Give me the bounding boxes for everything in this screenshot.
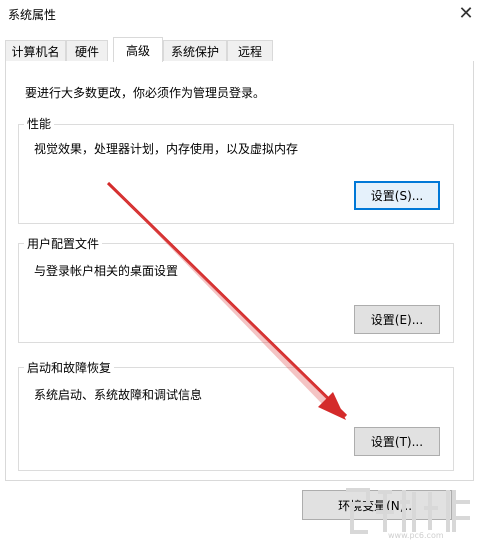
tab-label: 硬件: [74, 44, 99, 59]
button-label: 设置(S)...: [370, 189, 424, 203]
user-profiles-description: 与登录帐户相关的桌面设置: [34, 264, 179, 278]
tab-label: 高级: [125, 43, 150, 58]
button-label: 设置(E)...: [370, 313, 424, 327]
tab-system-protection[interactable]: 系统保护: [163, 40, 227, 61]
tab-label: 计算机名: [11, 44, 60, 59]
performance-group-title: 性能: [24, 115, 55, 132]
watermark-url: www.pc6.com: [388, 531, 444, 540]
startup-recovery-group-title: 启动和故障恢复: [24, 359, 115, 376]
close-button[interactable]: ✕: [451, 0, 481, 26]
close-icon: ✕: [458, 2, 474, 24]
startup-recovery-description: 系统启动、系统故障和调试信息: [34, 388, 203, 402]
tab-label: 系统保护: [170, 44, 219, 59]
tab-hardware[interactable]: 硬件: [66, 40, 108, 61]
performance-settings-button[interactable]: 设置(S)...: [354, 181, 440, 210]
title-bar: 系统属性 ✕: [0, 0, 481, 30]
user-profiles-settings-button[interactable]: 设置(E)...: [354, 305, 440, 334]
admin-note: 要进行大多数更改，你必须作为管理员登录。: [25, 86, 266, 100]
tab-label: 远程: [237, 44, 262, 59]
tab-remote[interactable]: 远程: [227, 40, 273, 61]
window-title: 系统属性: [8, 8, 57, 22]
user-profiles-group-title: 用户配置文件: [24, 235, 103, 252]
performance-description: 视觉效果，处理器计划，内存使用，以及虚拟内存: [34, 142, 299, 156]
tab-computer-name[interactable]: 计算机名: [5, 40, 66, 61]
tab-advanced[interactable]: 高级: [113, 37, 163, 62]
button-label: 设置(T)...: [370, 435, 424, 449]
startup-recovery-settings-button[interactable]: 设置(T)...: [354, 427, 440, 456]
